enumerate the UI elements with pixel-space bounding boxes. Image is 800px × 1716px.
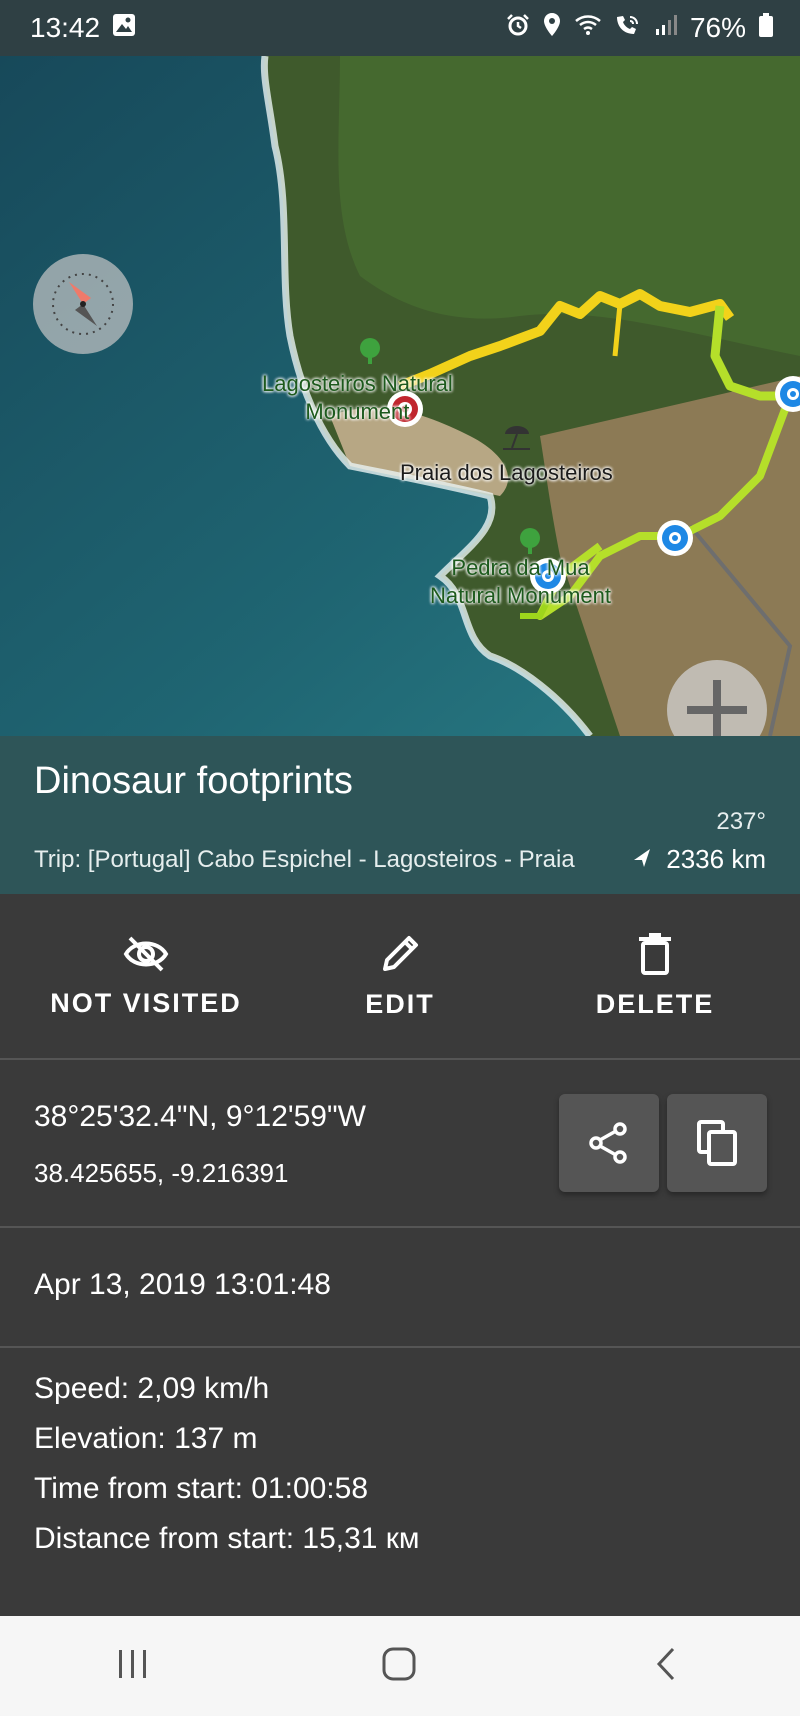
location-icon xyxy=(542,12,562,45)
back-icon xyxy=(656,1647,674,1680)
stats-section: Speed: 2,09 km/h Elevation: 137 m Time f… xyxy=(0,1348,800,1616)
home-icon xyxy=(382,1647,416,1680)
plus-icon xyxy=(687,680,747,736)
back-button[interactable] xyxy=(647,1646,687,1687)
trash-icon xyxy=(639,932,671,975)
status-time: 13:42 xyxy=(30,12,101,43)
eye-off-icon xyxy=(123,936,169,971)
battery-percent: 76% xyxy=(689,12,746,43)
coordinates-decimal: 38.425655, -9.216391 xyxy=(34,1158,289,1188)
share-icon xyxy=(589,1122,627,1164)
point-title: Dinosaur footprints xyxy=(34,760,353,802)
distance-value: 2336 km xyxy=(666,844,766,874)
system-nav-bar xyxy=(0,1616,800,1716)
map-label-praia: Praia dos Lagosteiros xyxy=(400,460,613,485)
direction-arrow-icon xyxy=(632,844,654,875)
distance-indicator: 2336 km xyxy=(632,844,766,875)
map-label-pedra: Pedra da Mua Natural Monument xyxy=(430,555,611,608)
delete-button[interactable]: DELETE xyxy=(560,894,750,1058)
map-label-lagosteiros: Lagosteiros Natural Monument xyxy=(262,371,453,424)
datetime-value: Apr 13, 2019 13:01:48 xyxy=(34,1268,331,1301)
bearing-value: 237° xyxy=(716,808,766,835)
point-header: Dinosaur footprints 237° Trip: [Portugal… xyxy=(0,736,800,894)
compass-button[interactable] xyxy=(33,254,133,354)
trip-link[interactable]: Trip: [Portugal] Cabo Espichel - Lagoste… xyxy=(34,846,604,874)
gallery-icon xyxy=(112,12,136,44)
copy-button[interactable] xyxy=(667,1094,767,1192)
waypoint-marker[interactable] xyxy=(657,520,693,556)
share-button[interactable] xyxy=(559,1094,659,1192)
coordinates-section: 38°25'32.4"N, 9°12'59"W 38.425655, -9.21… xyxy=(0,1060,800,1228)
pencil-icon xyxy=(383,935,418,971)
coordinates-dms: 38°25'32.4"N, 9°12'59"W xyxy=(34,1100,366,1133)
zoom-in-button[interactable] xyxy=(667,660,767,736)
status-bar: 13:42 76% xyxy=(0,0,800,56)
alarm-icon xyxy=(506,12,530,44)
edit-label: EDIT xyxy=(365,988,435,1019)
wifi-icon xyxy=(574,12,602,44)
datetime-section: Apr 13, 2019 13:01:48 xyxy=(0,1228,800,1348)
recents-icon xyxy=(119,1649,147,1678)
action-bar: NOT VISITED EDIT DELETE xyxy=(0,894,800,1060)
not-visited-button[interactable]: NOT VISITED xyxy=(30,894,262,1058)
speed-text: Speed: 2,09 km/h xyxy=(34,1372,270,1405)
home-button[interactable] xyxy=(380,1646,420,1687)
copy-icon xyxy=(697,1120,737,1166)
battery-icon xyxy=(758,12,774,45)
elevation-text: Elevation: 137 m xyxy=(34,1422,258,1455)
recent-apps-button[interactable] xyxy=(113,1647,153,1686)
signal-icon xyxy=(654,12,678,44)
not-visited-label: NOT VISITED xyxy=(50,987,242,1018)
distance-from-start-text: Distance from start: 15,31 км xyxy=(34,1522,420,1555)
edit-button[interactable]: EDIT xyxy=(320,894,480,1058)
wifi-calling-icon xyxy=(614,12,642,44)
time-from-start-text: Time from start: 01:00:58 xyxy=(34,1472,369,1505)
map-view[interactable]: Lagosteiros Natural Monument Praia dos L… xyxy=(0,56,800,736)
delete-label: DELETE xyxy=(595,988,715,1019)
compass-icon xyxy=(52,273,114,335)
